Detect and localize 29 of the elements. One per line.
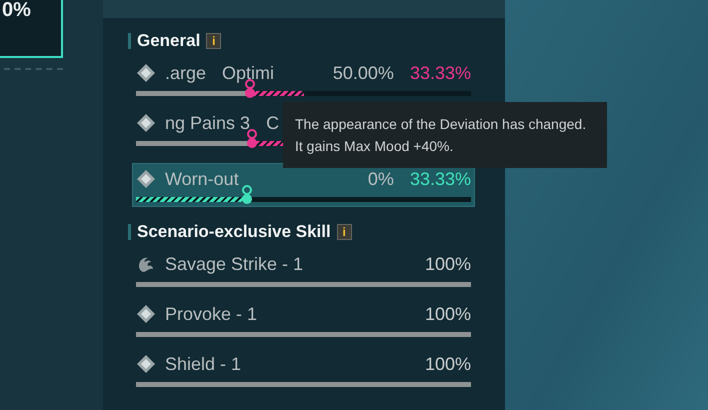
diamond-icon xyxy=(136,63,156,83)
selected-row[interactable]: Worn-out 0% 33.33% xyxy=(132,163,475,207)
stat-name: Optimi xyxy=(222,62,274,84)
diamond-icon xyxy=(136,169,156,189)
new-value: 100% xyxy=(424,304,471,324)
stat-name: ng Pains 3 xyxy=(165,112,250,134)
new-value: 33.33% xyxy=(410,168,471,190)
stat-name: Savage Strike - 1 xyxy=(165,254,304,274)
section-title: General xyxy=(137,31,200,51)
section-title: Scenario-exclusive Skill xyxy=(137,222,331,242)
new-value: 100% xyxy=(424,254,471,274)
stat-name: .arge xyxy=(165,62,206,84)
stat-name: C xyxy=(266,112,280,134)
stat-value: 0% xyxy=(1,0,31,22)
tooltip-text: The appearance of the Deviation has changed. It gains Max Mood +40%. xyxy=(295,116,586,154)
info-icon[interactable]: i xyxy=(206,33,222,49)
stat-name: Shield - 1 xyxy=(165,354,242,374)
new-value: 33.33% xyxy=(410,62,471,84)
diamond-icon xyxy=(136,304,156,324)
diamond-icon xyxy=(136,354,156,374)
stat-name: Worn-out xyxy=(165,168,239,190)
info-icon[interactable]: i xyxy=(336,224,352,240)
old-value: 50.00% xyxy=(332,62,394,84)
diamond-icon xyxy=(136,113,156,133)
old-value: 0% xyxy=(368,168,394,190)
slider-handle[interactable] xyxy=(246,129,258,149)
stat-name: Provoke - 1 xyxy=(165,304,258,324)
slider-handle[interactable] xyxy=(240,185,253,205)
new-value: 100% xyxy=(424,354,471,374)
